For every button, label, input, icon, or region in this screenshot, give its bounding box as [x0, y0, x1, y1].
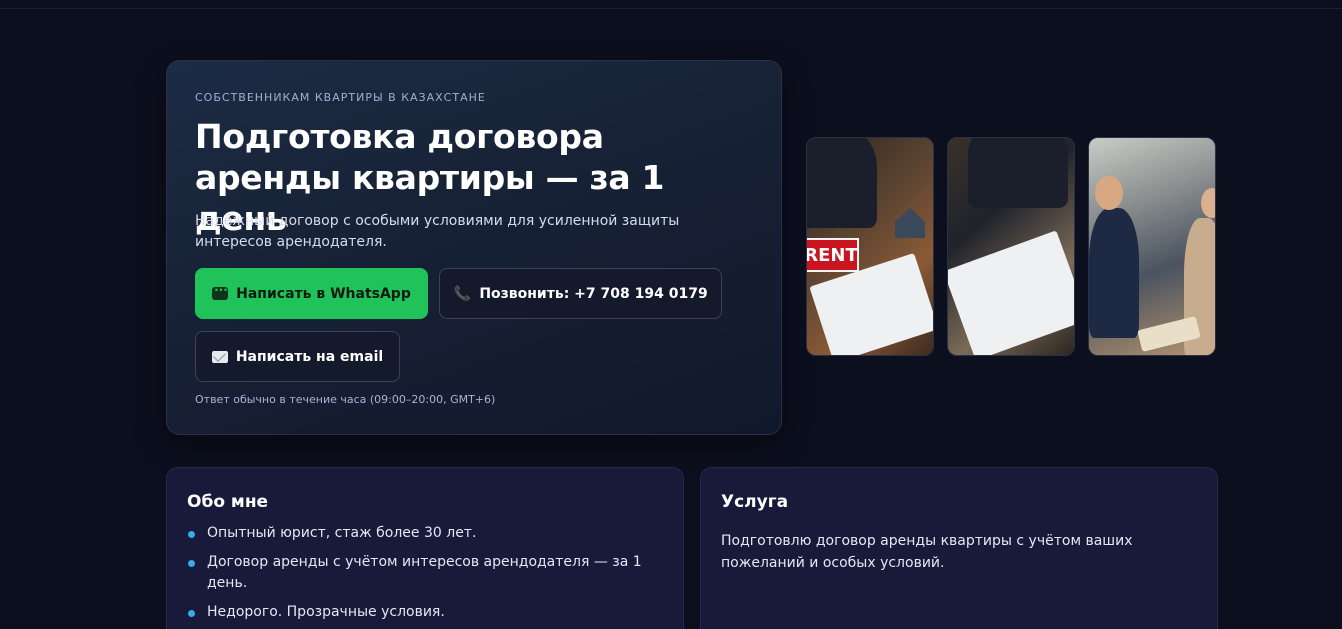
- response-time-note: Ответ обычно в течение часа (09:00–20:00…: [195, 393, 496, 406]
- hero-eyebrow: СОБСТВЕННИКАМ КВАРТИРЫ В КАЗАХСТАНЕ: [195, 91, 486, 104]
- list-item: Договор аренды с учётом интересов арендо…: [187, 552, 657, 594]
- photo-handshake: [1088, 137, 1216, 356]
- call-button-label: Позвонить: +7 708 194 0179: [479, 285, 708, 302]
- service-card: Услуга Подготовлю договор аренды квартир…: [700, 467, 1218, 629]
- face-shape: [1201, 188, 1215, 218]
- about-title: Обо мне: [187, 492, 269, 512]
- whatsapp-button[interactable]: Написать в WhatsApp: [195, 268, 428, 319]
- face-shape: [1095, 176, 1123, 210]
- about-card: Обо мне Опытный юрист, стаж более 30 лет…: [166, 467, 684, 629]
- whatsapp-button-label: Написать в WhatsApp: [236, 285, 411, 302]
- photo-signing-contract: [947, 137, 1075, 356]
- top-divider: [0, 8, 1342, 9]
- chat-icon: [212, 283, 229, 300]
- house-model: [895, 208, 925, 238]
- call-button[interactable]: 📞 Позвонить: +7 708 194 0179: [439, 268, 722, 319]
- rent-sign: RENT: [807, 238, 859, 272]
- list-item: Недорого. Прозрачные условия.: [187, 602, 657, 623]
- list-item: Опытный юрист, стаж более 30 лет.: [187, 523, 657, 544]
- service-title: Услуга: [721, 492, 789, 512]
- suit-shape: [968, 138, 1068, 208]
- envelope-icon: [211, 350, 228, 363]
- email-button-label: Написать на email: [235, 348, 384, 365]
- hero-card: СОБСТВЕННИКАМ КВАРТИРЫ В КАЗАХСТАНЕ Подг…: [166, 60, 782, 435]
- email-button[interactable]: Написать на email: [195, 331, 400, 382]
- photo-rent-contract: RENT: [806, 137, 934, 356]
- suit-shape: [1089, 208, 1139, 338]
- about-list: Опытный юрист, стаж более 30 лет. Догово…: [187, 523, 657, 629]
- contract-paper: [948, 230, 1074, 355]
- service-text: Подготовлю договор аренды квартиры с учё…: [721, 533, 1133, 571]
- suit-shape: [807, 138, 877, 228]
- hero-subtitle: Надёжный договор с особыми условиями для…: [195, 213, 680, 250]
- phone-icon: 📞: [453, 285, 472, 302]
